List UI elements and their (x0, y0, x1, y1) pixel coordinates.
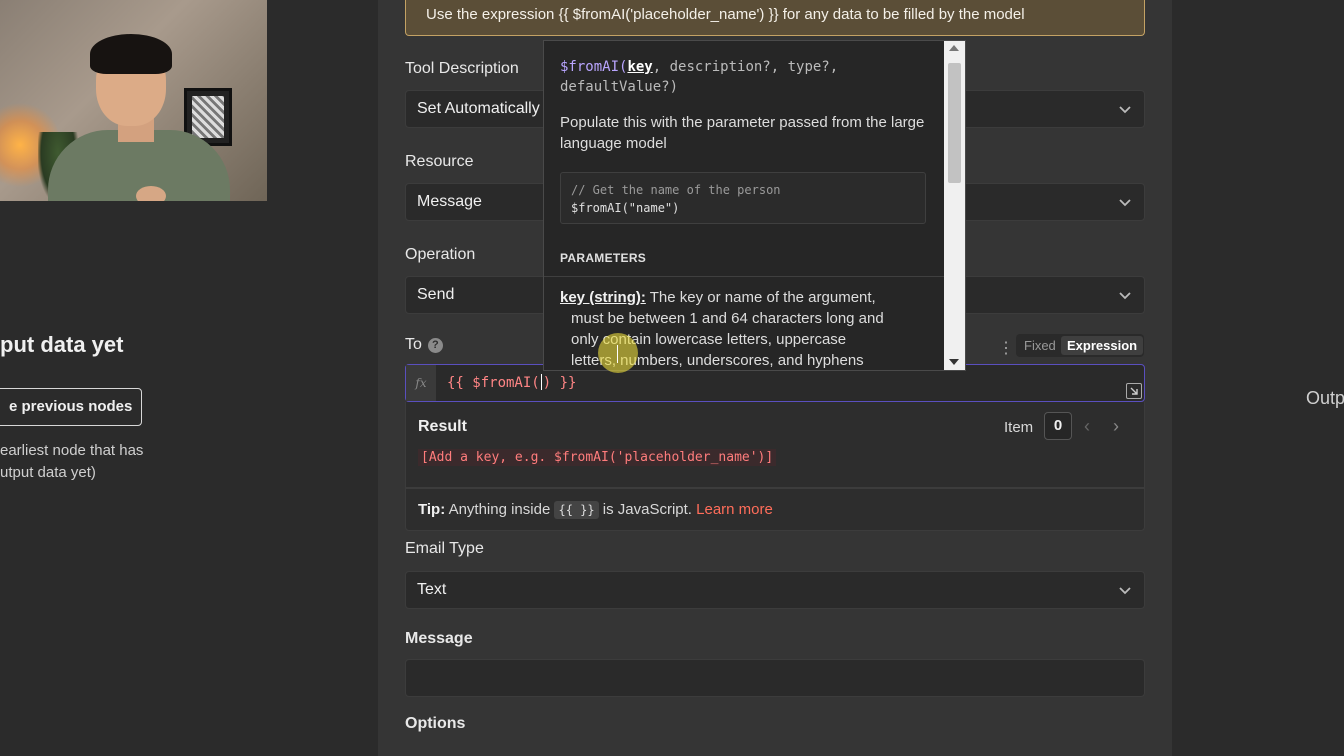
code-example: // Get the name of the person $fromAI("n… (560, 172, 926, 224)
mode-expression-option[interactable]: Expression (1061, 336, 1144, 355)
scroll-down-icon[interactable] (949, 359, 959, 365)
learn-more-link[interactable]: Learn more (696, 501, 773, 518)
message-label: Message (405, 630, 473, 647)
expression-result-panel: Result Item 0 ‹ › [Add a key, e.g. $from… (405, 402, 1145, 488)
email-type-label: Email Type (405, 540, 484, 557)
expand-editor-icon[interactable] (1126, 383, 1142, 399)
tip-text-2: is JavaScript. (602, 501, 692, 518)
autocomplete-info-popup: $fromAI(key, description?, type?, defaul… (543, 40, 966, 371)
to-label-text: To (405, 336, 422, 353)
text-cursor (540, 374, 542, 390)
mouse-pointer-highlight (598, 333, 638, 373)
fromai-info-banner: Use the expression {{ $fromAI('placehold… (405, 0, 1145, 36)
output-pane (1172, 0, 1344, 756)
to-label: To? (405, 336, 443, 354)
mode-fixed-option[interactable]: Fixed (1018, 336, 1062, 355)
item-index-input[interactable]: 0 (1044, 412, 1072, 440)
scroll-up-icon[interactable] (949, 45, 959, 51)
message-input[interactable] (405, 659, 1145, 697)
result-title: Result (418, 418, 467, 435)
options-label: Options (405, 715, 466, 732)
no-input-hint: earliest node that has utput data yet) (0, 442, 144, 481)
email-type-select[interactable]: Text (405, 571, 1145, 609)
resource-value: Message (417, 193, 482, 210)
help-icon[interactable]: ? (427, 338, 443, 353)
function-description: Populate this with the parameter passed … (560, 114, 925, 152)
tip-prefix: Tip: (418, 501, 446, 518)
code-chip: {{ }} (554, 501, 599, 519)
chevron-down-icon (1119, 292, 1131, 300)
result-value: [Add a key, e.g. $fromAI('placeholder_na… (418, 449, 777, 466)
email-type-value: Text (417, 581, 447, 598)
no-input-title: put data yet (0, 332, 124, 357)
execute-previous-nodes-button[interactable]: e previous nodes (0, 388, 142, 426)
tool-description-value: Set Automatically (417, 100, 540, 117)
chevron-down-icon (1119, 106, 1131, 114)
fixed-expression-toggle: Fixed Expression (1016, 334, 1144, 357)
operation-value: Send (417, 286, 455, 303)
tip-text: Anything inside (448, 501, 551, 518)
operation-label: Operation (405, 246, 476, 263)
more-options-icon[interactable]: ⋮ (998, 338, 1014, 358)
popup-scrollbar[interactable] (944, 41, 965, 370)
webcam-overlay (0, 0, 267, 201)
item-label: Item (1004, 419, 1034, 436)
chevron-down-icon (1119, 587, 1131, 595)
tool-description-label: Tool Description (405, 60, 519, 77)
scroll-thumb[interactable] (948, 63, 961, 183)
input-pane: put data yet e previous nodes earliest n… (0, 0, 378, 756)
chevron-left-icon[interactable]: ‹ (1084, 416, 1090, 437)
parameters-heading: PARAMETERS (560, 251, 647, 265)
fx-icon: fx (406, 365, 436, 401)
text-cursor-pointer (617, 345, 618, 363)
chevron-down-icon (1119, 199, 1131, 207)
chevron-right-icon[interactable]: › (1113, 416, 1119, 437)
output-label: Outp (1306, 388, 1344, 408)
tip-box: Tip: Anything inside {{ }} is JavaScript… (405, 488, 1145, 531)
function-signature: $fromAI(key, description?, type?, defaul… (560, 59, 839, 95)
resource-label: Resource (405, 153, 474, 170)
